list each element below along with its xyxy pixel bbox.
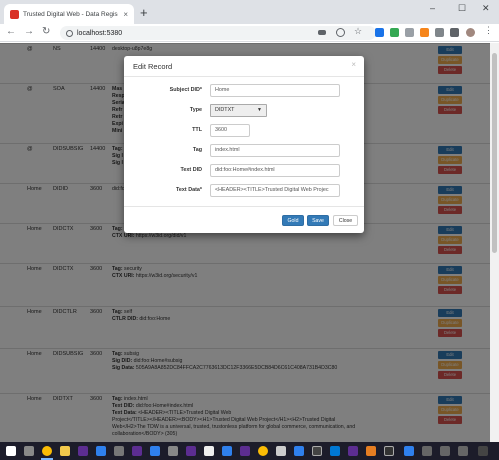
extension-sync-icon[interactable] [435, 28, 444, 37]
ttl-row: TTL 3600 [124, 124, 364, 138]
terminal-icon[interactable] [168, 446, 178, 456]
browser-tab[interactable]: Trusted Digital Web - Data Regis × [4, 4, 134, 24]
subject-row: Subject DID* Home [124, 84, 364, 98]
vscode-3-icon[interactable] [222, 446, 232, 456]
text-data-label: Text Data* [176, 187, 202, 193]
extension-gray-icon[interactable] [405, 28, 414, 37]
app-orange-icon[interactable] [366, 446, 376, 456]
tag-input[interactable]: index.html [210, 144, 340, 157]
subject-label: Subject DID* [169, 87, 202, 93]
text-did-label: Text DID [180, 167, 202, 173]
chevron-down-icon: ▼ [257, 107, 262, 113]
new-tab-button[interactable]: + [140, 5, 148, 20]
bookmark-star-icon[interactable]: ☆ [354, 26, 363, 36]
vscode-2-icon[interactable] [150, 446, 160, 456]
visual-studio-3-icon[interactable] [186, 446, 196, 456]
profile-avatar[interactable] [466, 28, 475, 37]
tray-network-icon[interactable] [422, 446, 432, 456]
vscode-4-icon[interactable] [294, 446, 304, 456]
extension-puzzle-icon[interactable] [450, 28, 459, 37]
visual-studio-2-icon[interactable] [132, 446, 142, 456]
app-light-icon[interactable] [276, 446, 286, 456]
close-button[interactable]: Close [333, 215, 358, 226]
modal-close-icon[interactable]: × [351, 60, 356, 69]
text-did-input[interactable]: did:foo:Home#index.html [210, 164, 340, 177]
edit-record-modal: Edit Record × Subject DID* Home Type DID… [124, 56, 364, 233]
url-text: localhost:5380 [77, 29, 123, 37]
text-data-input[interactable]: <HEADER><TITLE>Trusted Digital Web Proje… [210, 184, 340, 197]
extension-green-icon[interactable] [390, 28, 399, 37]
tab-title: Trusted Digital Web - Data Regis [23, 10, 118, 18]
type-select[interactable]: DIDTXT ▼ [210, 104, 267, 117]
task-view-icon[interactable] [24, 446, 34, 456]
address-bar[interactable]: localhost:5380 [60, 26, 376, 40]
notification-icon[interactable] [478, 446, 488, 456]
records-page: @NS14400desktop-u8p7e8gEditDuplicateDele… [0, 43, 490, 442]
tag-row: Tag index.html [124, 144, 364, 158]
chrome-icon[interactable] [42, 446, 52, 456]
chrome-2-icon[interactable] [258, 446, 268, 456]
file-explorer-icon[interactable] [60, 446, 70, 456]
type-row: Type DIDTXT ▼ [124, 104, 364, 118]
zoom-icon[interactable] [336, 28, 345, 37]
text-did-row: Text DID did:foo:Home#index.html [124, 164, 364, 178]
menu-kebab-icon[interactable]: ⋮ [484, 25, 493, 35]
key-icon[interactable] [318, 30, 326, 35]
notepad-icon[interactable] [204, 446, 214, 456]
page-scrollbar[interactable] [490, 43, 499, 442]
app-gray-icon[interactable] [114, 446, 124, 456]
extension-blue-icon[interactable] [375, 28, 384, 37]
metamask-fox-icon[interactable] [420, 28, 429, 37]
site-info-icon[interactable] [66, 29, 73, 37]
start-windows-icon[interactable] [6, 446, 16, 456]
save-button[interactable]: Save [307, 215, 329, 226]
forward-arrow-icon[interactable]: → [24, 26, 34, 37]
tray-app-icon[interactable] [404, 446, 414, 456]
vscode-icon[interactable] [96, 446, 106, 456]
minimize-button[interactable]: – [430, 3, 435, 13]
back-arrow-icon[interactable]: ← [6, 26, 16, 37]
type-select-value: DIDTXT [215, 107, 235, 113]
maximize-button[interactable]: ☐ [458, 3, 466, 14]
gold-button[interactable]: Gold [282, 215, 304, 226]
visual-studio-icon[interactable] [78, 446, 88, 456]
os-taskbar [0, 442, 499, 460]
powershell-icon[interactable] [330, 446, 340, 456]
visual-studio-5-icon[interactable] [348, 446, 358, 456]
browser-toolbar: ← → ↻ localhost:5380 ☆ ⋮ [0, 24, 499, 42]
type-label: Type [189, 107, 202, 113]
tag-label: Tag [192, 147, 202, 153]
site-favicon-icon [10, 9, 19, 19]
window-close-button[interactable]: ✕ [482, 3, 490, 14]
modal-header: Edit Record × [124, 56, 364, 77]
tray-volume-icon[interactable] [440, 446, 450, 456]
text-data-row: Text Data* <HEADER><TITLE>Trusted Digita… [124, 184, 364, 198]
scrollbar-thumb[interactable] [492, 53, 497, 253]
reload-icon[interactable]: ↻ [42, 26, 50, 37]
browser-tab-bar: Trusted Digital Web - Data Regis × + – ☐… [0, 0, 499, 24]
tray-battery-icon[interactable] [458, 446, 468, 456]
tab-close-icon[interactable]: × [123, 10, 128, 19]
ttl-input[interactable]: 3600 [210, 124, 250, 137]
modal-title: Edit Record [133, 62, 173, 71]
terminal-2-icon[interactable] [384, 446, 394, 456]
ttl-label: TTL [192, 127, 202, 133]
visual-studio-4-icon[interactable] [240, 446, 250, 456]
modal-footer: Gold Save Close [124, 206, 364, 233]
subject-did-input[interactable]: Home [210, 84, 340, 97]
cmd-icon[interactable] [312, 446, 322, 456]
